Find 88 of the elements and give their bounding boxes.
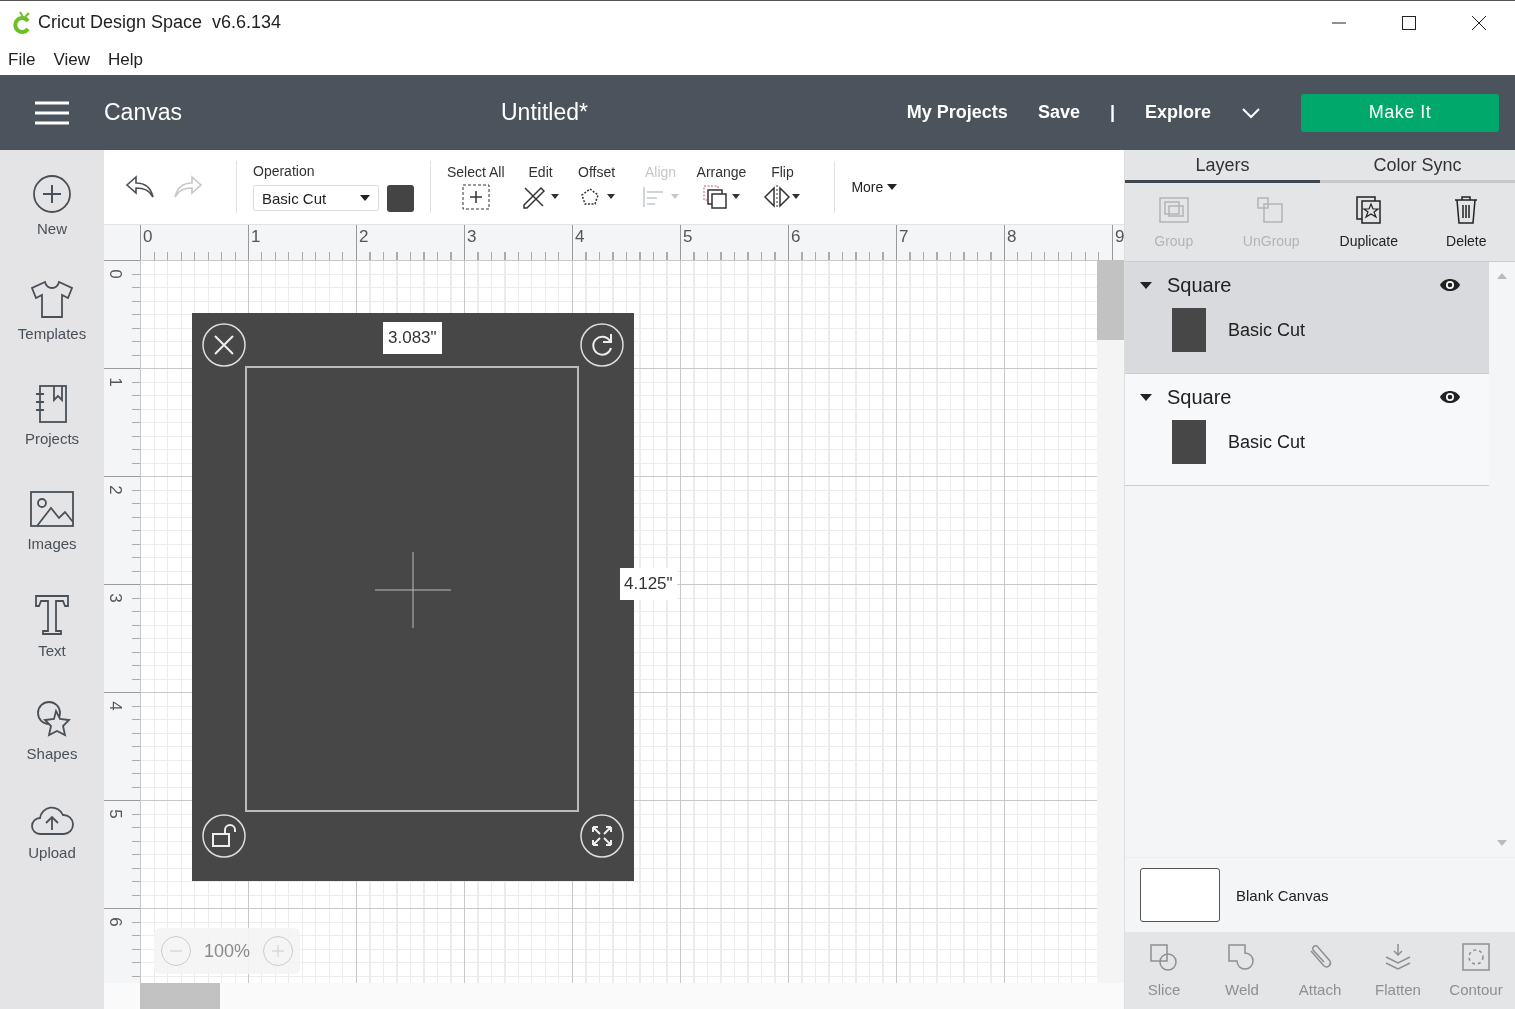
resize-handle-icon[interactable] bbox=[580, 814, 624, 858]
sidebar-item[interactable]: New bbox=[0, 174, 104, 279]
menu-icon[interactable] bbox=[34, 100, 70, 125]
blank-canvas-thumbnail[interactable] bbox=[1140, 868, 1220, 922]
ruler-label: 4 bbox=[104, 701, 125, 711]
menu-item[interactable]: View bbox=[53, 49, 90, 70]
ruler-label: 9 bbox=[1115, 227, 1125, 247]
layer-name: Square bbox=[1167, 385, 1233, 409]
zoom-control: 100% bbox=[154, 928, 300, 974]
page-title: Canvas bbox=[104, 99, 182, 126]
pencil-ruler-icon bbox=[520, 184, 561, 210]
ruler-label: 7 bbox=[899, 227, 909, 247]
layer-thumbnail bbox=[1172, 308, 1206, 352]
ruler-label: 0 bbox=[104, 269, 125, 279]
image-icon bbox=[29, 489, 75, 529]
toolbar-tool[interactable]: Edit bbox=[520, 164, 561, 210]
toolbar-tool[interactable]: Offset bbox=[576, 164, 617, 210]
cloud-upload-icon bbox=[30, 804, 74, 838]
close-icon[interactable] bbox=[1471, 14, 1487, 31]
layer-action[interactable]: Delete bbox=[1417, 183, 1515, 261]
ruler-label: 0 bbox=[143, 227, 153, 247]
horizontal-scrollbar[interactable] bbox=[104, 983, 1124, 1009]
window-title: Cricut Design Space v6.6.134 bbox=[38, 12, 282, 33]
layer-thumbnail bbox=[1172, 420, 1206, 464]
sidebar-item[interactable]: Upload bbox=[0, 804, 104, 909]
explore-link[interactable]: Explore bbox=[1144, 102, 1211, 123]
sidebar-item[interactable]: Shapes bbox=[0, 699, 104, 804]
ruler-label: 3 bbox=[104, 593, 125, 603]
crosshair-icon bbox=[375, 552, 451, 628]
toolbar-tool[interactable]: Select All bbox=[447, 164, 505, 210]
close-handle-icon[interactable] bbox=[202, 323, 246, 367]
maximize-icon[interactable] bbox=[1401, 14, 1417, 31]
ruler-label: 6 bbox=[104, 917, 125, 927]
header-link[interactable]: My Projects bbox=[906, 102, 1008, 123]
sidebar-item[interactable]: Text bbox=[0, 594, 104, 699]
toolbar-tool[interactable]: Arrange bbox=[696, 164, 747, 210]
flip-icon bbox=[762, 184, 803, 210]
eye-icon[interactable] bbox=[1439, 389, 1461, 405]
height-label: 4.125" bbox=[620, 568, 677, 600]
menu-item[interactable]: File bbox=[8, 49, 36, 70]
ruler-label: 2 bbox=[104, 485, 125, 495]
width-label: 3.083" bbox=[383, 322, 442, 354]
select-all-icon bbox=[461, 184, 490, 210]
blank-canvas-label: Blank Canvas bbox=[1236, 886, 1329, 904]
group-icon bbox=[1156, 195, 1191, 225]
header-link[interactable]: | bbox=[1109, 102, 1115, 123]
sidebar-item[interactable]: Images bbox=[0, 489, 104, 594]
ruler-label: 5 bbox=[683, 227, 693, 247]
ruler-label: 2 bbox=[359, 227, 369, 247]
project-title: Untitled* bbox=[501, 99, 588, 126]
app-logo-icon bbox=[12, 10, 32, 35]
slice-icon bbox=[1149, 943, 1179, 971]
layer-operation: Basic Cut bbox=[1228, 431, 1306, 453]
caret-icon[interactable] bbox=[1139, 280, 1153, 290]
operation-dropdown[interactable]: Basic Cut bbox=[253, 185, 379, 211]
arrange-icon bbox=[701, 184, 742, 210]
ruler-label: 1 bbox=[251, 227, 261, 247]
sidebar-item[interactable]: Projects bbox=[0, 384, 104, 489]
chevron-down-icon[interactable] bbox=[1241, 106, 1261, 119]
contour-icon bbox=[1461, 943, 1491, 971]
align-icon bbox=[640, 184, 681, 210]
ruler-label: 3 bbox=[467, 227, 477, 247]
flatten-icon bbox=[1383, 943, 1413, 971]
toolbar-tool[interactable]: Flip bbox=[762, 164, 803, 210]
t-shirt-icon bbox=[29, 279, 75, 319]
layer-operation: Basic Cut bbox=[1228, 319, 1306, 341]
layer-group[interactable]: Square Basic Cut bbox=[1125, 262, 1489, 374]
rotate-handle-icon[interactable] bbox=[580, 323, 624, 367]
ruler-label: 1 bbox=[104, 377, 125, 387]
eye-icon[interactable] bbox=[1439, 277, 1461, 293]
undo-icon[interactable] bbox=[124, 174, 156, 200]
layer-action[interactable]: Duplicate bbox=[1320, 183, 1418, 261]
ruler-label: 8 bbox=[1007, 227, 1017, 247]
caret-icon[interactable] bbox=[1139, 392, 1153, 402]
layer-name: Square bbox=[1167, 273, 1233, 297]
more-menu[interactable]: More bbox=[851, 179, 898, 195]
ruler-label: 6 bbox=[791, 227, 801, 247]
ruler-label: 5 bbox=[104, 809, 125, 819]
ruler-label: 4 bbox=[575, 227, 585, 247]
sidebar-item[interactable]: Templates bbox=[0, 279, 104, 384]
plus-circle-icon bbox=[32, 174, 72, 214]
operation-label: Operation bbox=[253, 162, 316, 179]
weld-icon bbox=[1227, 943, 1257, 971]
menu-item[interactable]: Help bbox=[107, 49, 143, 70]
header-link[interactable]: Save bbox=[1037, 102, 1080, 123]
unlock-handle-icon[interactable] bbox=[202, 814, 246, 858]
color-swatch[interactable] bbox=[387, 184, 414, 212]
text-icon bbox=[32, 594, 72, 636]
